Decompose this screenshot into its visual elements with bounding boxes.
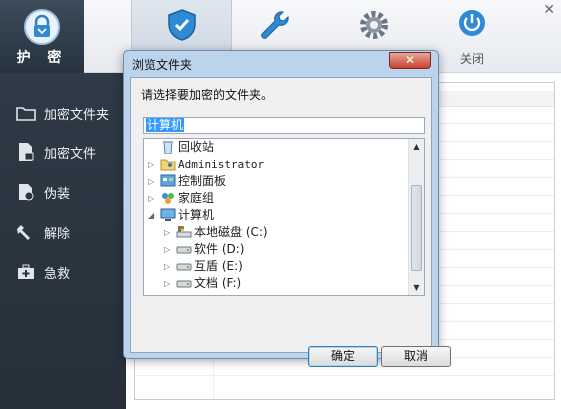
sidebar-item-label: 解除 (44, 227, 71, 242)
unlock-icon (16, 222, 36, 242)
protect-logo-button[interactable]: 护 密 (0, 0, 84, 73)
computer-icon (160, 208, 176, 222)
sidebar-item-unlock[interactable]: 解除 (0, 214, 126, 250)
close-label: 关闭 (459, 52, 484, 66)
list-row-divider (135, 375, 554, 376)
scroll-thumb[interactable] (411, 185, 422, 271)
tree-item-label: 控制面板 (178, 174, 227, 188)
tree-item-label: 文档 (F:) (194, 276, 242, 290)
power-close-button[interactable]: 关闭 (430, 0, 514, 73)
scroll-up-arrow-icon[interactable]: ▲ (409, 139, 424, 154)
recycle-bin-icon (160, 140, 176, 155)
sidebar: 加密文件夹 加密文件 伪装 解除 急救 (0, 73, 126, 409)
sidebar-item-label: 急救 (44, 267, 71, 282)
sidebar-item-encrypt-file[interactable]: 加密文件 (0, 134, 126, 170)
sidebar-item-label: 加密文件夹 (44, 108, 110, 123)
app-window: 护 密 关闭 ✕ 加密文件夹 加密文件 伪装 解除 急救 浏览文件夹 ✕ 请选择… (0, 0, 561, 409)
sidebar-item-encrypt-folder[interactable]: 加密文件夹 (0, 95, 126, 131)
wrench-icon (257, 8, 291, 45)
lock-shield-logo-icon (23, 8, 61, 49)
browse-folder-dialog: 浏览文件夹 ✕ 请选择要加密的文件夹。 计算机 回收站 ▷ Administra… (123, 50, 451, 367)
expand-arrow-icon[interactable]: ▷ (148, 190, 158, 207)
folder-tree[interactable]: 回收站 ▷ Administrator ▷ 控制面板 ▷ 家庭组 ◢ 计算机 ▷… (143, 138, 425, 296)
expand-arrow-icon[interactable]: ▷ (164, 241, 174, 258)
disguise-icon (16, 182, 36, 202)
tree-item-label: 计算机 (178, 208, 215, 222)
homegroup-icon (160, 191, 176, 205)
window-close-icon[interactable]: ✕ (543, 2, 555, 18)
shield-icon (165, 8, 199, 45)
selected-folder-field[interactable]: 计算机 (143, 117, 425, 134)
system-drive-icon (176, 225, 192, 239)
sidebar-item-first-aid[interactable]: 急救 (0, 254, 126, 290)
tree-item-label: 家庭组 (178, 191, 215, 205)
drive-icon (176, 259, 192, 273)
folder-icon (16, 103, 36, 123)
control-panel-icon (160, 174, 176, 188)
ok-button[interactable]: 确定 (308, 346, 378, 367)
power-icon (457, 8, 487, 41)
first-aid-icon (16, 262, 36, 282)
expand-arrow-icon[interactable]: ▷ (164, 258, 174, 275)
close-icon: ✕ (404, 53, 416, 67)
expand-arrow-icon[interactable]: ▷ (148, 156, 158, 173)
collapse-arrow-icon[interactable]: ◢ (148, 207, 158, 224)
dialog-prompt: 请选择要加密的文件夹。 (141, 88, 274, 102)
tree-scrollbar[interactable]: ▲ ▼ (408, 139, 424, 295)
protect-label: 护 密 (16, 50, 68, 66)
file-lock-icon (16, 142, 36, 162)
selected-folder-text: 计算机 (146, 118, 185, 132)
drive-icon (176, 242, 192, 256)
sidebar-item-disguise[interactable]: 伪装 (0, 174, 126, 210)
expand-arrow-icon[interactable]: ▷ (164, 275, 174, 292)
tree-item-label: 本地磁盘 (C:) (194, 225, 268, 239)
tree-item-label: 回收站 (178, 140, 215, 154)
tree-item-label: 互盾 (E:) (194, 259, 243, 273)
dialog-title: 浏览文件夹 (132, 58, 193, 72)
tree-item-label: 软件 (D:) (194, 242, 245, 256)
sidebar-item-label: 加密文件 (44, 147, 97, 162)
expand-arrow-icon[interactable]: ▷ (164, 224, 174, 241)
cancel-button[interactable]: 取消 (381, 346, 451, 367)
tree-item-label: Administrator (178, 158, 265, 171)
expand-arrow-icon[interactable]: ▷ (148, 173, 158, 190)
user-folder-icon (160, 157, 176, 171)
drive-icon (176, 276, 192, 290)
sidebar-item-label: 伪装 (44, 187, 71, 202)
scroll-down-arrow-icon[interactable]: ▼ (409, 280, 424, 295)
gear-icon (357, 8, 391, 45)
dialog-body: 请选择要加密的文件夹。 计算机 回收站 ▷ Administrator ▷ 控制… (130, 77, 451, 367)
dialog-close-button[interactable]: ✕ (389, 52, 431, 69)
